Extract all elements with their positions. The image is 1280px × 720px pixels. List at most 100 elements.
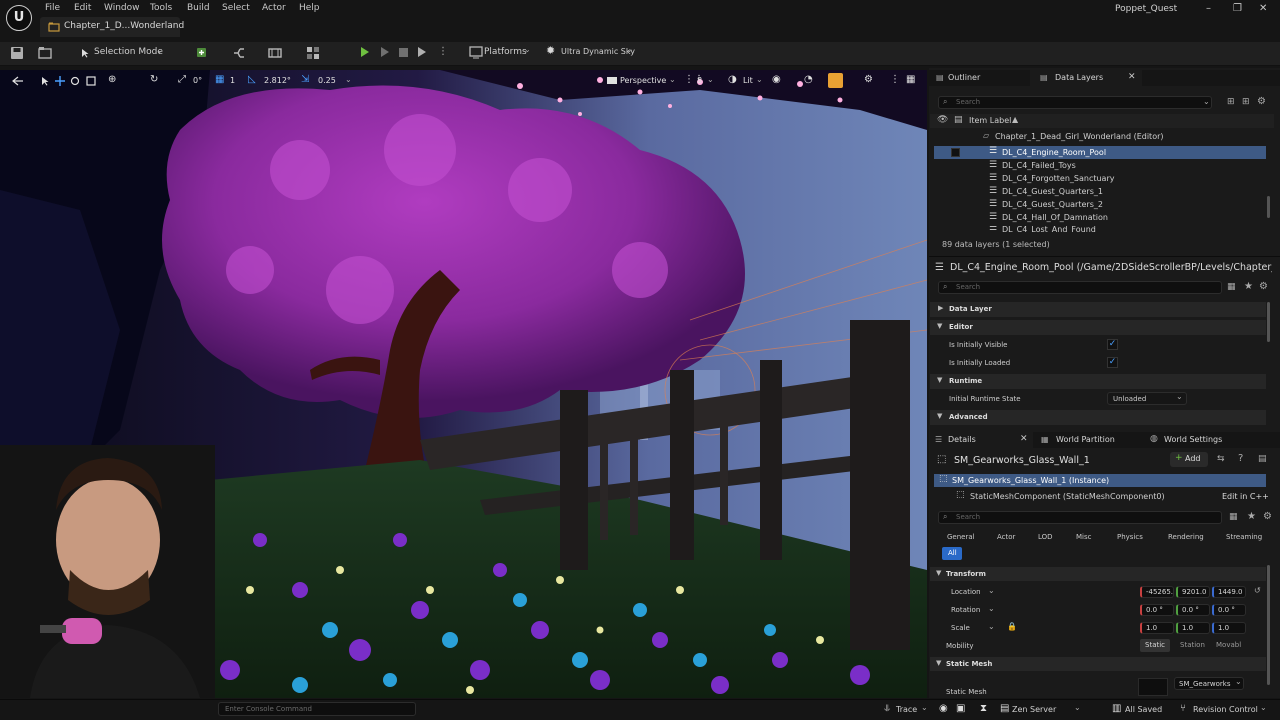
angle-snap-value[interactable]: 0°	[193, 76, 202, 85]
world-space-icon[interactable]: ⊕	[108, 74, 116, 85]
outliner-item-6[interactable]: DL_C4_Lost_And_Found	[1002, 225, 1096, 233]
tab-data-layers[interactable]: Data Layers	[1055, 73, 1103, 82]
launch-icon[interactable]	[418, 47, 426, 57]
static-mesh-dropdown[interactable]: SM_Gearworks ⌄	[1174, 677, 1244, 690]
menu-build[interactable]: Build	[187, 3, 210, 13]
trace-button[interactable]: Trace	[896, 705, 917, 714]
scale-x-field[interactable]: 1.0	[1140, 622, 1174, 634]
location-z-field[interactable]: 1449.0	[1212, 586, 1246, 598]
advance-frame-icon[interactable]	[381, 47, 389, 57]
scale-tool-icon[interactable]	[86, 76, 96, 86]
layer-details-settings-icon[interactable]: ⚙	[1259, 281, 1268, 292]
unreal-logo-icon[interactable]: U	[6, 5, 32, 31]
location-y-field[interactable]: 9201.0	[1176, 586, 1210, 598]
outliner-item-2[interactable]: DL_C4_Forgotten_Sanctuary	[1002, 174, 1114, 183]
favorites-icon[interactable]: ★	[1244, 281, 1253, 292]
visibility-column-icon[interactable]: 👁	[937, 115, 948, 125]
outliner-root-item[interactable]: Chapter_1_Dead_Girl_Wonderland (Editor)	[995, 132, 1164, 141]
grid-size-value[interactable]: 1	[230, 76, 235, 85]
zen-server-button[interactable]: Zen Server	[1012, 705, 1056, 714]
outliner-settings-icon[interactable]: ⚙	[1257, 96, 1266, 107]
outliner-item-4[interactable]: DL_C4_Guest_Quarters_2	[1002, 200, 1103, 209]
outliner-item-3[interactable]: DL_C4_Guest_Quarters_1	[1002, 187, 1103, 196]
filter-rendering[interactable]: Rendering	[1168, 533, 1204, 541]
actor-name[interactable]: SM_Gearworks_Glass_Wall_1	[954, 455, 1090, 466]
menu-select[interactable]: Select	[222, 3, 250, 13]
filter-general[interactable]: General	[947, 533, 975, 541]
show-flags-icon[interactable]: ◉	[772, 74, 781, 85]
tab-details[interactable]: Details	[948, 435, 976, 444]
search-dropdown-icon[interactable]: ⌄	[1203, 97, 1210, 106]
section-editor-header[interactable]	[930, 320, 1266, 335]
tab-world-partition[interactable]: World Partition	[1056, 435, 1115, 444]
console-command-input[interactable]: Enter Console Command	[218, 702, 416, 716]
cinematics-icon[interactable]	[268, 46, 282, 60]
add-layer-icon[interactable]: ⊞	[1242, 97, 1250, 107]
rotation-chevron-icon[interactable]: ⌄	[988, 604, 995, 613]
rotation-y-field[interactable]: 0.0 °	[1176, 604, 1210, 616]
location-chevron-icon[interactable]: ⌄	[988, 586, 995, 595]
details-scrollbar[interactable]	[1267, 565, 1270, 685]
blueprint-convert-icon[interactable]: ⇆	[1217, 454, 1225, 464]
edit-in-cpp-link[interactable]: Edit in C++	[1222, 492, 1269, 501]
select-tool-icon[interactable]	[40, 76, 50, 86]
save-icon[interactable]	[10, 46, 24, 60]
close-details-icon[interactable]: ✕	[1020, 434, 1028, 444]
layout-icon[interactable]: ▦	[906, 74, 915, 85]
instance-row[interactable]: SM_Gearworks_Glass_Wall_1 (Instance)	[952, 476, 1109, 485]
mobility-stationary-button[interactable]: Station	[1176, 639, 1208, 652]
lighting-mode-dropdown[interactable]: Lit	[743, 76, 753, 85]
component-row[interactable]: StaticMeshComponent (StaticMeshComponent…	[970, 492, 1165, 501]
scale-snap-icon[interactable]: ⇲	[301, 74, 309, 85]
build-icon[interactable]	[306, 46, 320, 60]
move-tool-icon[interactable]	[55, 76, 65, 86]
is-initially-visible-checkbox[interactable]: ✓	[1107, 339, 1118, 350]
mobility-static-button[interactable]: Static	[1140, 639, 1170, 652]
menu-file[interactable]: File	[45, 3, 60, 13]
layer-details-scrollbar[interactable]	[1267, 302, 1270, 342]
item-label-column[interactable]: Item Label	[969, 116, 1011, 125]
filter-all-button[interactable]: All	[942, 547, 962, 560]
play-options-icon[interactable]: ⋮	[438, 46, 448, 57]
rotation-snap-icon[interactable]: ▦	[215, 74, 224, 85]
scale-chevron-icon[interactable]: ⌄	[988, 622, 995, 631]
level-tab[interactable]: Chapter_1_D...Wonderland	[40, 17, 184, 37]
stop-icon[interactable]	[399, 48, 408, 57]
layer-details-search-input[interactable]: ⌕ Search	[938, 281, 1222, 294]
outliner-item-1[interactable]: DL_C4_Failed_Toys	[1002, 161, 1076, 170]
content-browser-icon[interactable]	[38, 46, 52, 60]
scale-snap-value[interactable]: 0.25	[318, 76, 336, 85]
minimize-icon[interactable]: –	[1206, 3, 1211, 14]
performance-icon[interactable]: ◔	[804, 74, 813, 85]
runtime-state-dropdown[interactable]: Unloaded ⌄	[1107, 392, 1187, 405]
filter-misc[interactable]: Misc	[1076, 533, 1091, 541]
tab-world-settings[interactable]: World Settings	[1164, 435, 1222, 444]
add-component-button[interactable]: + Add	[1170, 452, 1208, 467]
maximize-icon[interactable]: ❐	[1233, 3, 1242, 14]
sky-button[interactable]: Ultra Dynamic Sky	[561, 47, 635, 56]
all-saved-status[interactable]: All Saved	[1125, 705, 1162, 714]
platforms-button[interactable]: Platforms	[484, 47, 527, 57]
viewport-settings-icon[interactable]: ⚙	[864, 74, 873, 85]
is-initially-loaded-checkbox[interactable]: ✓	[1107, 357, 1118, 368]
surface-snap-icon[interactable]: ↻	[150, 74, 158, 85]
filter-actor[interactable]: Actor	[997, 533, 1015, 541]
load-checkbox[interactable]	[951, 148, 960, 157]
menu-window[interactable]: Window	[104, 3, 140, 13]
add-actor-icon[interactable]	[196, 46, 210, 60]
outliner-item-5[interactable]: DL_C4_Hall_Of_Damnation	[1002, 213, 1108, 222]
lock-icon[interactable]: 🔒	[1007, 622, 1017, 631]
lock-details-icon[interactable]: ▤	[1258, 454, 1267, 464]
level-viewport[interactable]	[0, 70, 927, 698]
filter-icon[interactable]: ⊞	[1227, 97, 1235, 107]
rotation-z-field[interactable]: 0.0 °	[1212, 604, 1246, 616]
filter-lod[interactable]: LOD	[1038, 533, 1053, 541]
outliner-search-input[interactable]: ⌕ Search ⌄	[938, 96, 1212, 109]
favorites-icon[interactable]: ★	[1247, 511, 1256, 522]
table-view-icon[interactable]: ▦	[1229, 512, 1238, 522]
blueprint-icon[interactable]	[232, 46, 246, 60]
viewport-options-icon[interactable]: ⋮	[890, 74, 900, 85]
transform-menu-icon[interactable]	[12, 76, 24, 86]
grid-snap-icon[interactable]: ⤢	[178, 74, 186, 85]
outliner-item-0[interactable]: DL_C4_Engine_Room_Pool	[1002, 148, 1106, 157]
